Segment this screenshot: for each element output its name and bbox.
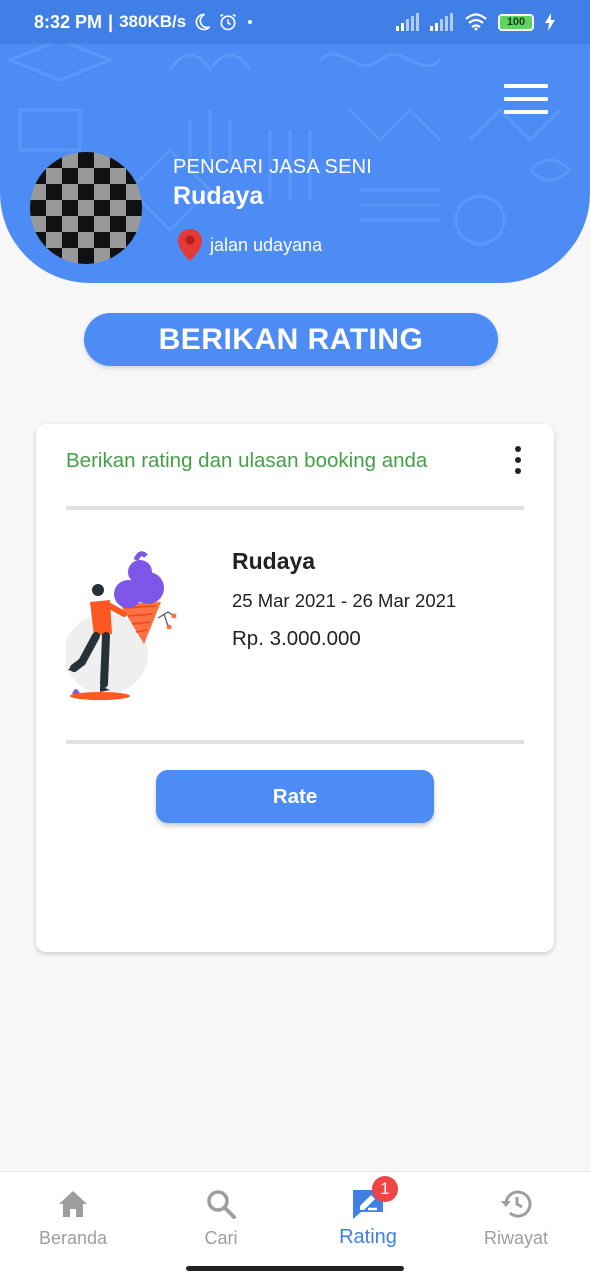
wifi-icon xyxy=(465,13,487,31)
booking-rating-card: Berikan rating dan ulasan booking anda R… xyxy=(36,424,554,952)
dot xyxy=(515,457,521,463)
location-text: jalan udayana xyxy=(210,234,323,255)
nav-rating[interactable]: 1 Rating xyxy=(308,1176,428,1266)
nav-label: Riwayat xyxy=(483,1228,549,1248)
notification-badge: 1 xyxy=(372,1176,398,1202)
profile-header: 8:32 PM | 380KB/s 100 PENCARI JASA SENI … xyxy=(0,0,590,283)
nav-label: Beranda xyxy=(38,1228,108,1248)
alarm-icon xyxy=(220,13,237,31)
status-bar: 8:32 PM | 380KB/s 100 xyxy=(0,0,590,44)
nav-beranda[interactable]: Beranda xyxy=(13,1186,133,1266)
booking-dates: 25 Mar 2021 - 26 Mar 2021 xyxy=(232,590,457,611)
status-right: 100 xyxy=(396,13,556,31)
avatar[interactable] xyxy=(30,152,142,264)
status-separator: | xyxy=(108,11,114,32)
bottom-navigation: Beranda Cari 1 Rating Riwayat xyxy=(0,1171,590,1280)
moon-icon xyxy=(195,13,211,31)
status-time: 8:32 PM xyxy=(34,11,103,32)
page-title: BERIKAN RATING xyxy=(84,313,498,366)
network-speed: 380KB/s xyxy=(119,12,187,31)
status-left: 8:32 PM | 380KB/s xyxy=(34,11,253,33)
history-icon xyxy=(498,1186,534,1222)
signal-icon xyxy=(396,13,419,31)
charging-icon xyxy=(545,13,555,31)
booking-price: Rp. 3.000.000 xyxy=(232,627,361,650)
card-heading: Berikan rating dan ulasan booking anda xyxy=(66,449,428,472)
profile-name: Rudaya xyxy=(173,182,264,210)
signal-icon xyxy=(430,13,453,31)
menu-line xyxy=(504,110,548,114)
booking-name: Rudaya xyxy=(232,548,316,574)
search-icon xyxy=(203,1186,239,1222)
home-indicator[interactable] xyxy=(186,1266,404,1271)
nav-label: Cari xyxy=(204,1228,238,1248)
nav-cari[interactable]: Cari xyxy=(161,1186,281,1266)
notification-dot-icon xyxy=(248,20,253,24)
dot xyxy=(515,468,521,474)
battery-icon: 100 xyxy=(498,13,534,31)
home-icon xyxy=(55,1186,91,1222)
dot xyxy=(515,446,521,452)
location-row: jalan udayana xyxy=(178,229,322,261)
profile-role: PENCARI JASA SENI xyxy=(173,156,373,178)
divider xyxy=(66,506,524,510)
nav-riwayat[interactable]: Riwayat xyxy=(456,1186,576,1266)
menu-line xyxy=(504,97,548,101)
hamburger-menu-icon[interactable] xyxy=(504,84,548,114)
divider xyxy=(66,740,524,744)
nav-label: Rating xyxy=(339,1226,397,1248)
menu-line xyxy=(504,84,548,88)
location-pin-icon xyxy=(178,229,202,261)
rate-review-icon: 1 xyxy=(350,1176,398,1222)
rate-button[interactable]: Rate xyxy=(156,770,434,823)
ice-cream-illustration xyxy=(66,551,177,700)
more-vert-icon[interactable] xyxy=(510,446,526,474)
